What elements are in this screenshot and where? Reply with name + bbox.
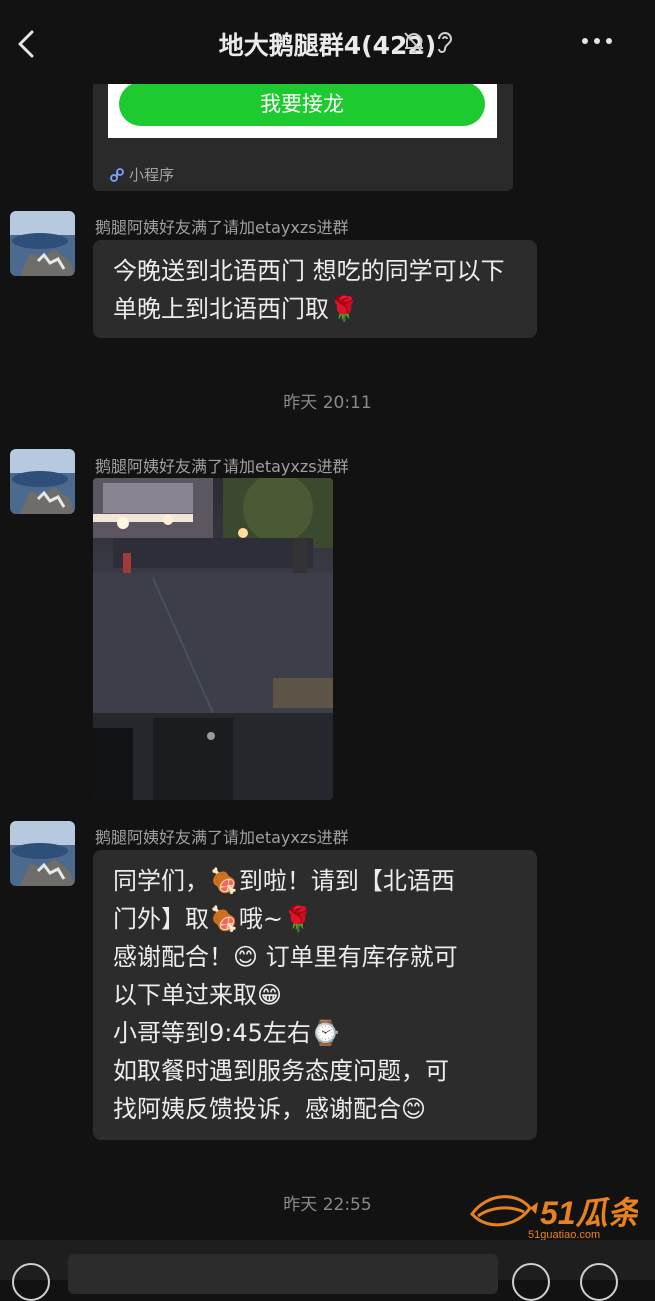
title-status-icons: [402, 30, 454, 56]
message-line: 以下单过来取😁: [113, 981, 283, 1009]
avatar[interactable]: [10, 821, 75, 886]
message-line: 如取餐时遇到服务态度问题，可: [113, 1057, 449, 1085]
message-line: 找阿姨反馈投诉，感谢配合😊: [113, 1095, 427, 1123]
more-icon[interactable]: [579, 26, 615, 56]
message-line: 门外】取🍖哦~🌹: [113, 905, 313, 933]
message-line: 小哥等到9:45左右⌚: [113, 1019, 341, 1047]
emoji-button[interactable]: [512, 1263, 550, 1301]
add-button[interactable]: [580, 1263, 618, 1301]
avatar-image: [10, 449, 75, 514]
watermark-fish-icon: 51瓜条 51guatiao.com: [470, 1195, 644, 1241]
sender-name: 鹅腿阿姨好友满了请加etayxzs进群: [95, 218, 349, 237]
mini-program-preview: 我要接龙: [108, 78, 497, 138]
chat-header: 地大鹅腿群4(422): [0, 0, 655, 84]
avatar-image: [10, 211, 75, 276]
avatar-image: [10, 821, 75, 886]
sender-name: 鹅腿阿姨好友满了请加etayxzs进群: [95, 457, 349, 476]
voice-button[interactable]: [12, 1263, 50, 1301]
mini-program-icon: [110, 167, 124, 182]
watermark-logo: 51瓜条 51guatiao.com: [468, 1186, 644, 1242]
jielong-button[interactable]: 我要接龙: [119, 82, 485, 126]
message-line: 同学们，🍖到啦！请到【北语西: [113, 867, 455, 895]
mini-program-card[interactable]: 我要接龙 小程序: [93, 78, 513, 191]
sender-name: 鹅腿阿姨好友满了请加etayxzs进群: [95, 828, 349, 847]
message-bubble[interactable]: 同学们，🍖到啦！请到【北语西 门外】取🍖哦~🌹 感谢配合！😊 订单里有库存就可 …: [93, 850, 537, 1140]
timestamp: 昨天 20:11: [283, 393, 372, 413]
mini-program-footer: 小程序: [109, 164, 174, 185]
avatar[interactable]: [10, 449, 75, 514]
message-photo[interactable]: [93, 478, 333, 800]
input-bar: [0, 1240, 655, 1301]
message-input[interactable]: [68, 1254, 498, 1294]
avatar[interactable]: [10, 211, 75, 276]
watermark-brand: 51瓜条: [540, 1195, 638, 1231]
message-line: 感谢配合！😊 订单里有库存就可: [113, 943, 458, 971]
night-street-photo: [93, 478, 333, 800]
mute-bell-icon: [404, 32, 424, 54]
ear-icon: [438, 32, 453, 53]
message-bubble[interactable]: 今晚送到北语西门 想吃的同学可以下单晚上到北语西门取🌹: [93, 240, 537, 338]
chat-title: 地大鹅腿群4(422): [218, 31, 437, 60]
mini-program-label: 小程序: [129, 166, 175, 184]
